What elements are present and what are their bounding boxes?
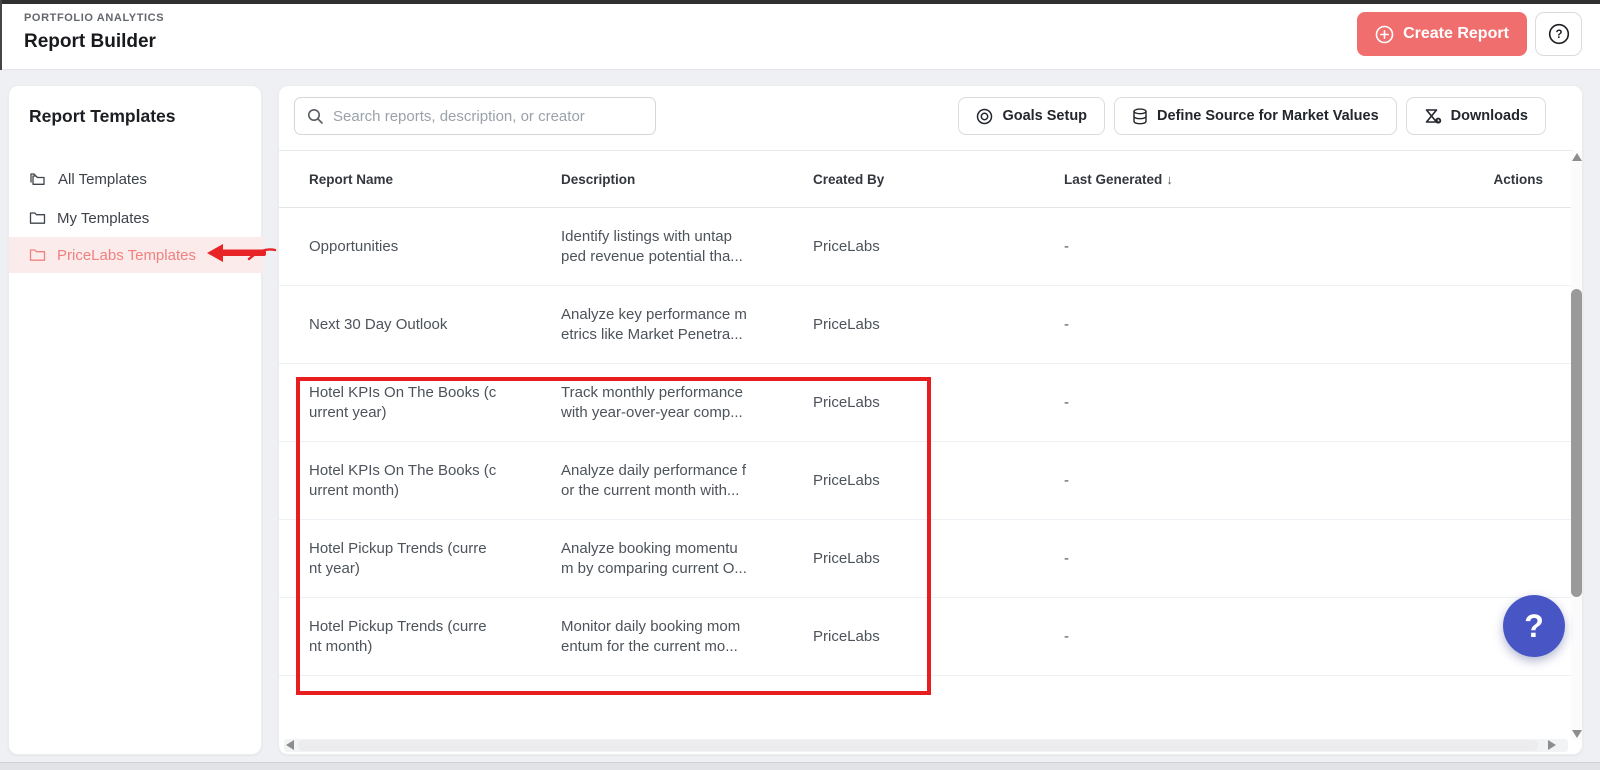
sidebar-item-label: PriceLabs Templates <box>57 246 196 264</box>
scroll-down-arrow-icon[interactable] <box>1572 730 1582 738</box>
last-generated-cell: - <box>1064 471 1069 489</box>
sidebar-item-my-templates[interactable]: My Templates <box>9 200 263 236</box>
floating-help-button[interactable]: ? <box>1503 595 1565 657</box>
downloads-label: Downloads <box>1450 108 1528 124</box>
description-cell: Analyze booking momentu m by comparing c… <box>561 539 747 577</box>
svg-text:?: ? <box>1555 29 1562 41</box>
last-generated-cell: - <box>1064 393 1069 411</box>
created-by-cell: PriceLabs <box>813 237 880 255</box>
column-header-created-by[interactable]: Created By <box>813 172 1064 187</box>
floating-help-glyph: ? <box>1524 607 1544 644</box>
question-circle-icon: ? <box>1547 22 1571 46</box>
sidebar-item-pricelabs-templates[interactable]: PriceLabs Templates <box>9 237 263 273</box>
horizontal-scrollbar[interactable] <box>284 739 1568 752</box>
sidebar-item-all-templates[interactable]: All Templates <box>9 161 263 197</box>
hourglass-pending-icon <box>1424 108 1442 125</box>
created-by-cell: PriceLabs <box>813 471 880 489</box>
app-header: PORTFOLIO ANALYTICS Report Builder Creat… <box>0 0 1600 70</box>
goals-setup-label: Goals Setup <box>1002 108 1088 124</box>
last-generated-cell: - <box>1064 315 1069 333</box>
created-by-cell: PriceLabs <box>813 393 880 411</box>
folders-icon <box>29 172 47 187</box>
column-header-last-generated[interactable]: Last Generated ↓ <box>1064 172 1463 187</box>
column-header-actions: Actions <box>1493 171 1543 187</box>
table-row[interactable]: Next 30 Day Outlook Analyze key performa… <box>279 286 1573 364</box>
description-cell: Analyze key performance m etrics like Ma… <box>561 305 747 343</box>
define-source-button[interactable]: Define Source for Market Values <box>1114 97 1397 135</box>
report-name-cell: Hotel Pickup Trends (curre nt year) <box>309 539 487 577</box>
created-by-cell: PriceLabs <box>813 549 880 567</box>
window-top-edge <box>0 0 1600 4</box>
target-icon <box>976 108 993 125</box>
sidebar-item-label: My Templates <box>57 209 150 227</box>
search-box <box>294 97 656 135</box>
scroll-left-arrow-icon[interactable] <box>286 740 294 750</box>
report-name-cell: Hotel KPIs On The Books (c urrent month) <box>309 461 497 499</box>
breadcrumb-eyebrow: PORTFOLIO ANALYTICS <box>24 12 165 24</box>
database-icon <box>1132 107 1148 125</box>
created-by-cell: PriceLabs <box>813 315 880 333</box>
table-row[interactable]: Hotel Pickup Trends (curre nt month) Mon… <box>279 598 1573 676</box>
description-cell: Identify listings with untap ped revenue… <box>561 227 743 265</box>
page-title: Report Builder <box>24 31 156 52</box>
window-left-edge <box>0 0 2 70</box>
report-name-cell: Hotel Pickup Trends (curre nt month) <box>309 617 487 655</box>
reports-panel: Goals Setup Define Source for Market Val… <box>278 85 1583 755</box>
last-generated-cell: - <box>1064 237 1069 255</box>
create-report-label: Create Report <box>1403 25 1509 42</box>
column-header-report-name[interactable]: Report Name <box>309 172 561 187</box>
table-row[interactable]: Hotel KPIs On The Books (c urrent year) … <box>279 364 1573 442</box>
table-row[interactable]: Hotel KPIs On The Books (c urrent month)… <box>279 442 1573 520</box>
plus-circle-icon <box>1375 25 1394 44</box>
sidebar-title: Report Templates <box>29 106 176 126</box>
table-row[interactable]: Opportunities Identify listings with unt… <box>279 208 1573 286</box>
header-help-button[interactable]: ? <box>1535 12 1582 56</box>
scroll-right-arrow-icon[interactable] <box>1548 740 1556 750</box>
table-row[interactable]: Hotel Pickup Trends (curre nt year) Anal… <box>279 520 1573 598</box>
goals-setup-button[interactable]: Goals Setup <box>958 97 1106 135</box>
downloads-button[interactable]: Downloads <box>1405 97 1546 135</box>
report-name-cell: Opportunities <box>309 237 399 255</box>
vertical-scrollbar[interactable] <box>1571 151 1582 740</box>
report-name-cell: Hotel KPIs On The Books (c urrent year) <box>309 383 497 421</box>
vertical-scrollbar-thumb[interactable] <box>1571 289 1582 597</box>
report-name-cell: Next 30 Day Outlook <box>309 315 448 333</box>
created-by-cell: PriceLabs <box>813 627 880 645</box>
description-cell: Track monthly performance with year-over… <box>561 383 744 421</box>
scroll-up-arrow-icon[interactable] <box>1572 153 1582 161</box>
search-input[interactable] <box>333 107 655 125</box>
table-header-row: Report Name Description Created By Last … <box>279 150 1573 208</box>
report-templates-panel: Report Templates All Templates My Templa… <box>8 85 263 755</box>
folder-icon <box>29 248 46 262</box>
search-icon <box>307 108 324 125</box>
cutoff-bottom-band <box>0 762 1600 770</box>
sort-desc-icon: ↓ <box>1166 171 1174 187</box>
toolbar-buttons: Goals Setup Define Source for Market Val… <box>958 97 1546 135</box>
define-source-label: Define Source for Market Values <box>1157 108 1379 124</box>
create-report-button[interactable]: Create Report <box>1357 12 1527 56</box>
description-cell: Monitor daily booking mom entum for the … <box>561 617 741 655</box>
folder-icon <box>29 211 46 225</box>
horizontal-scrollbar-thumb[interactable] <box>298 740 1538 751</box>
description-cell: Analyze daily performance f or the curre… <box>561 461 747 499</box>
last-generated-cell: - <box>1064 549 1069 567</box>
column-header-description[interactable]: Description <box>561 172 813 187</box>
sidebar-item-label: All Templates <box>58 170 147 188</box>
last-generated-cell: - <box>1064 627 1069 645</box>
